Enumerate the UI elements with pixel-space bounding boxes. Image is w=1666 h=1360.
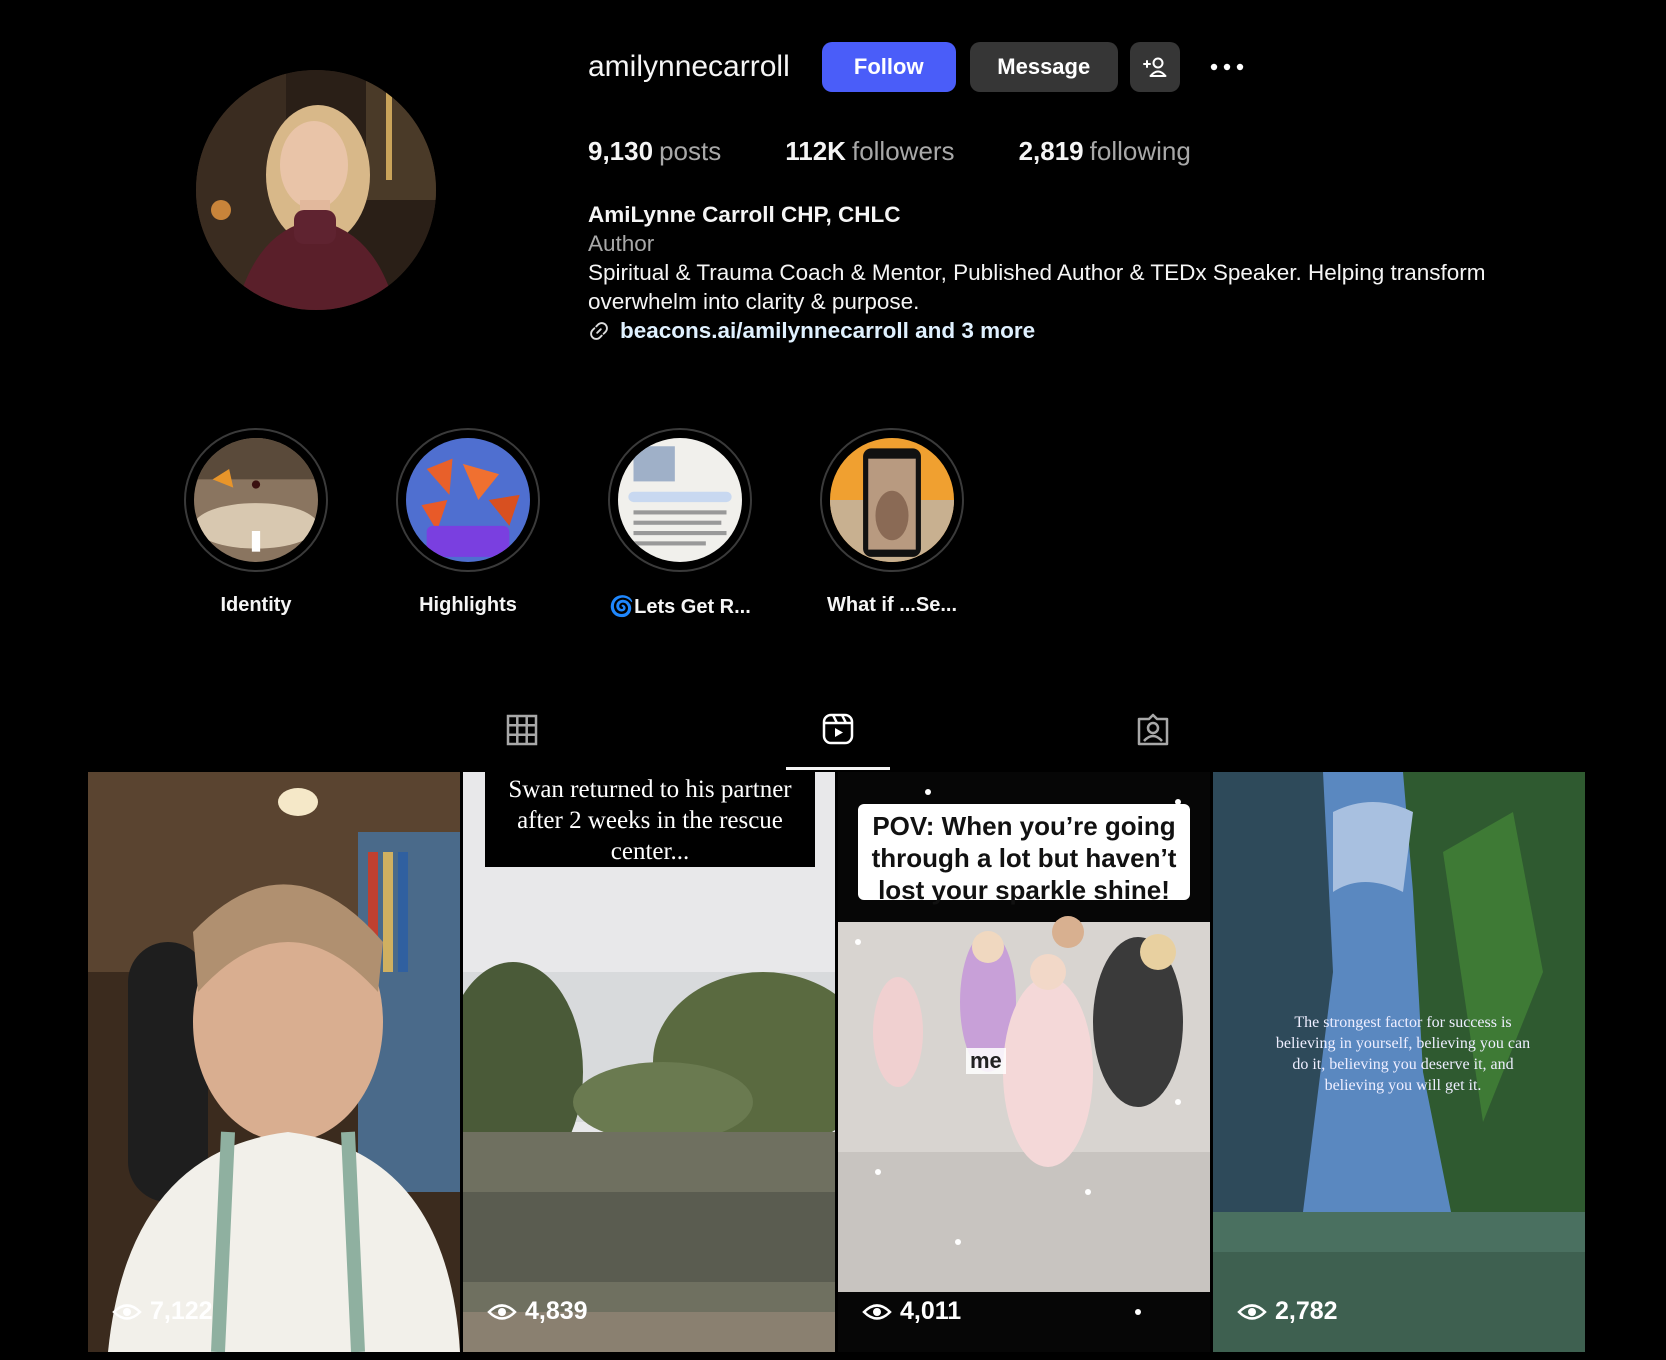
reel-caption: POV: When you’re going through a lot but… [858,804,1190,905]
profile-actions: amilynnecarroll Follow Message [588,41,1252,93]
reel-tile[interactable]: 7,122 [88,772,460,1352]
profile-avatar[interactable] [196,70,436,310]
message-button[interactable]: Message [969,42,1118,92]
highlight-cover [194,438,318,562]
profile-stats: 9,130 posts 112K followers 2,819 following [588,136,1255,167]
reel-views: 4,839 [487,1297,588,1326]
highlight-label: 🌀Lets Get R... [609,596,751,618]
bio-link[interactable]: beacons.ai/amilynnecarroll and 3 more [588,316,1588,345]
followers-count: 112K [785,136,846,166]
reel-overlay-label: me [966,1048,1006,1074]
followers-stat[interactable]: 112K followers [785,136,954,167]
profile-tabs [88,690,1586,770]
reels-icon [822,713,854,744]
reel-tile[interactable]: The strongest factor for success is beli… [1213,772,1585,1352]
reel-views-count: 4,011 [900,1297,962,1325]
views-icon [487,1303,517,1320]
reel-caption: The strongest factor for success is beli… [1275,1014,1531,1094]
profile-page: amilynnecarroll Follow Message 9,130 post… [0,0,1666,1360]
add-user-button[interactable] [1129,42,1180,92]
following-count: 2,819 [1018,136,1084,166]
profile-photo [196,70,436,310]
following-stat[interactable]: 2,819 following [1019,136,1191,167]
bio-text: Spiritual & Trauma Coach & Mentor, Publi… [588,260,1486,314]
reel-views: 7,122 [112,1297,213,1326]
profile-username: amilynnecarroll [588,50,790,83]
highlight-what-if[interactable]: What if ...Se... [786,428,998,619]
more-options-icon [1210,63,1243,71]
highlight-highlights[interactable]: Highlights [362,428,574,619]
highlight-cover [618,438,742,562]
reels-grid: 7,122 Swan returned to his partner after… [88,772,1586,1360]
highlight-identity[interactable]: Identity [150,428,362,619]
profile-bio: AmiLynne Carroll CHP, CHLC Author Spirit… [588,200,1588,345]
follow-button[interactable]: Follow [821,42,956,92]
highlight-ring [608,428,752,572]
reel-views-count: 7,122 [150,1297,213,1325]
reel-views-count: 4,839 [525,1297,588,1325]
highlight-ring [820,428,964,572]
posts-stat: 9,130 posts [588,136,721,167]
reel-views: 4,011 [862,1297,961,1326]
full-name: AmiLynne Carroll CHP, CHLC [588,202,901,227]
views-icon [862,1303,892,1320]
tab-posts[interactable] [470,690,574,770]
reel-thumbnail [88,772,460,1352]
highlight-ring [184,428,328,572]
following-label: following [1089,136,1191,166]
more-options-button[interactable] [1202,42,1252,92]
tab-reels[interactable] [786,690,890,770]
views-icon [1237,1303,1267,1320]
bio-link-text: beacons.ai/amilynnecarroll and 3 more [620,318,1036,343]
highlight-label: What if ...Se... [826,594,957,616]
link-icon [590,321,608,340]
story-highlights: Identity Highlights 🌀Lets Get R... What … [150,428,998,619]
followers-label: followers [851,136,955,166]
highlight-cover [406,438,530,562]
tab-tagged[interactable] [1101,690,1205,770]
highlight-lets-get-real[interactable]: 🌀Lets Get R... [574,428,786,619]
add-user-icon [1142,57,1167,77]
reel-views-count: 2,782 [1275,1297,1338,1325]
category-label: Author [588,231,655,256]
reel-tile[interactable]: Swan returned to his partner after 2 wee… [463,772,835,1352]
views-icon [112,1303,142,1320]
tagged-icon [1137,713,1169,746]
highlight-label: Identity [220,594,292,616]
posts-label: posts [659,136,722,166]
highlight-cover [830,438,954,562]
posts-count: 9,130 [588,136,654,166]
reel-caption: Swan returned to his partner after 2 wee… [485,772,815,867]
reel-tile[interactable]: POV: When you’re going through a lot but… [838,772,1210,1352]
grid-icon [506,714,538,746]
reel-views: 2,782 [1237,1297,1338,1326]
highlight-label: Highlights [419,594,517,616]
highlight-ring [396,428,540,572]
